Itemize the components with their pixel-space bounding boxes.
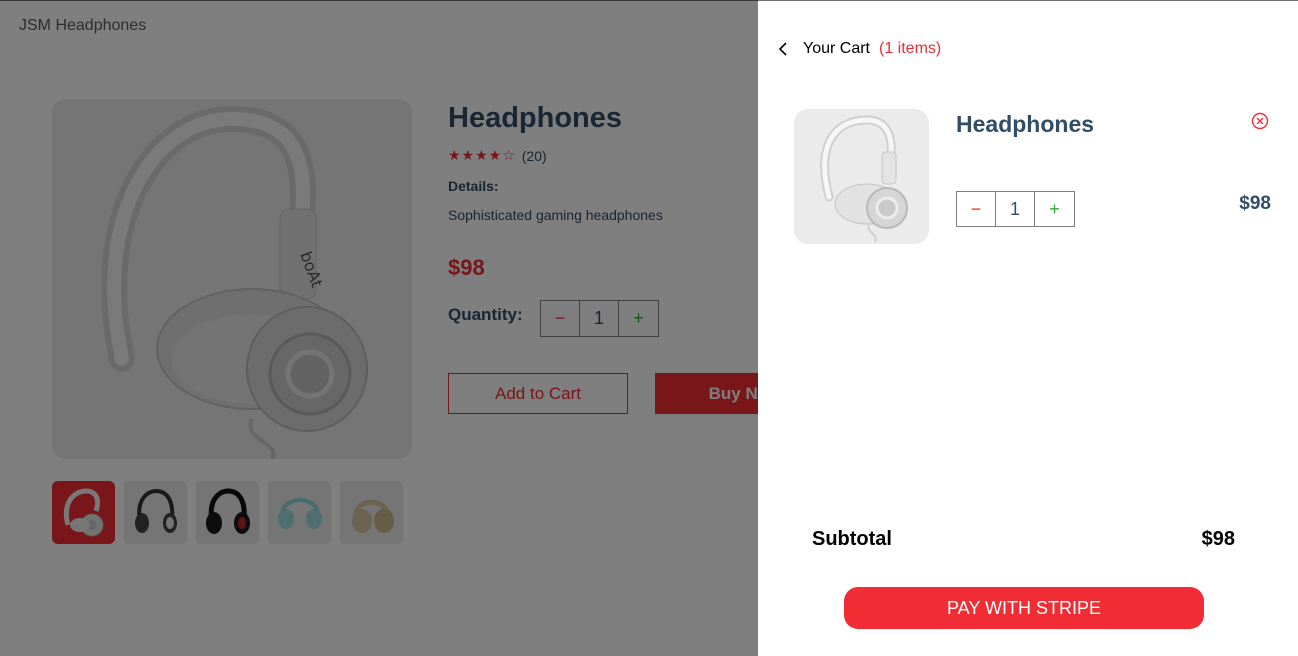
close-circle-icon[interactable]: [1251, 112, 1269, 130]
subtotal-label: Subtotal: [812, 528, 892, 550]
cart-item-title: Headphones: [956, 111, 1095, 137]
cart-header: Your Cart (1 items): [776, 39, 941, 59]
cart-item-image: [794, 109, 929, 244]
cart-item-count: (1 items): [879, 40, 942, 57]
pay-with-stripe-button[interactable]: PAY WITH STRIPE: [844, 587, 1204, 629]
cart-item-price: $98: [1239, 193, 1271, 214]
cart-panel: Your Cart (1 items) Headphones − 1 + $98…: [758, 0, 1298, 656]
cart-heading: Your Cart: [803, 40, 870, 57]
cart-decrease-button[interactable]: −: [957, 192, 996, 226]
subtotal-value: $98: [1201, 528, 1235, 550]
cart-quantity-value: 1: [996, 192, 1035, 226]
cart-increase-button[interactable]: +: [1035, 192, 1074, 226]
chevron-left-icon[interactable]: [776, 39, 790, 59]
cart-quantity-stepper: − 1 +: [956, 191, 1075, 227]
headphones-white-image: [819, 114, 908, 242]
